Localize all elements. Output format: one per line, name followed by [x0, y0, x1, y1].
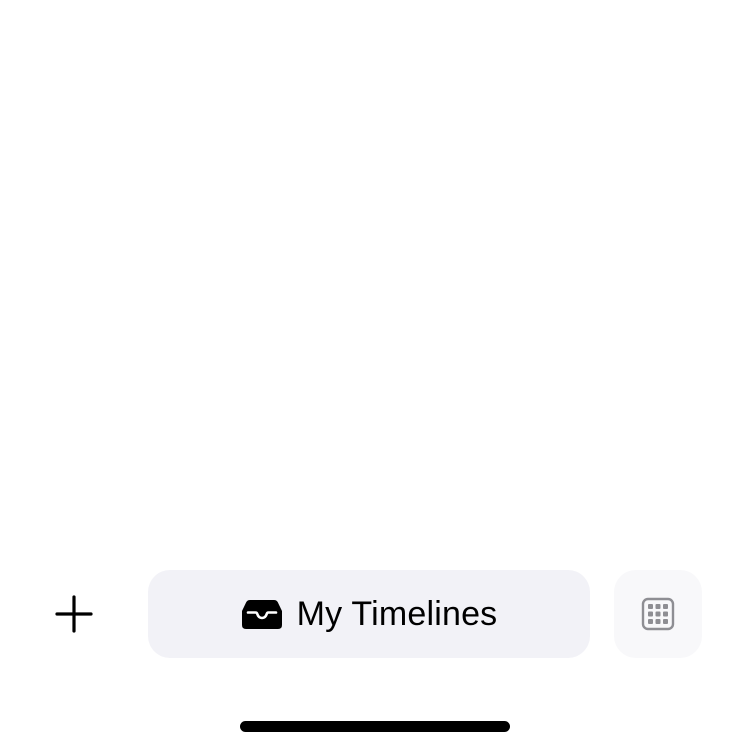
calendar-grid-icon — [641, 597, 675, 631]
add-button[interactable] — [44, 584, 104, 644]
home-indicator[interactable] — [240, 721, 510, 732]
my-timelines-button[interactable]: My Timelines — [148, 570, 590, 658]
plus-icon — [55, 595, 93, 633]
main-content-area — [0, 0, 750, 560]
my-timelines-content: My Timelines — [241, 597, 498, 631]
bottom-toolbar: My Timelines — [0, 570, 750, 658]
tray-icon — [241, 598, 283, 630]
calendar-grid-button[interactable] — [614, 570, 702, 658]
app-screen: My Timelines — [0, 0, 750, 750]
my-timelines-label: My Timelines — [296, 595, 498, 633]
